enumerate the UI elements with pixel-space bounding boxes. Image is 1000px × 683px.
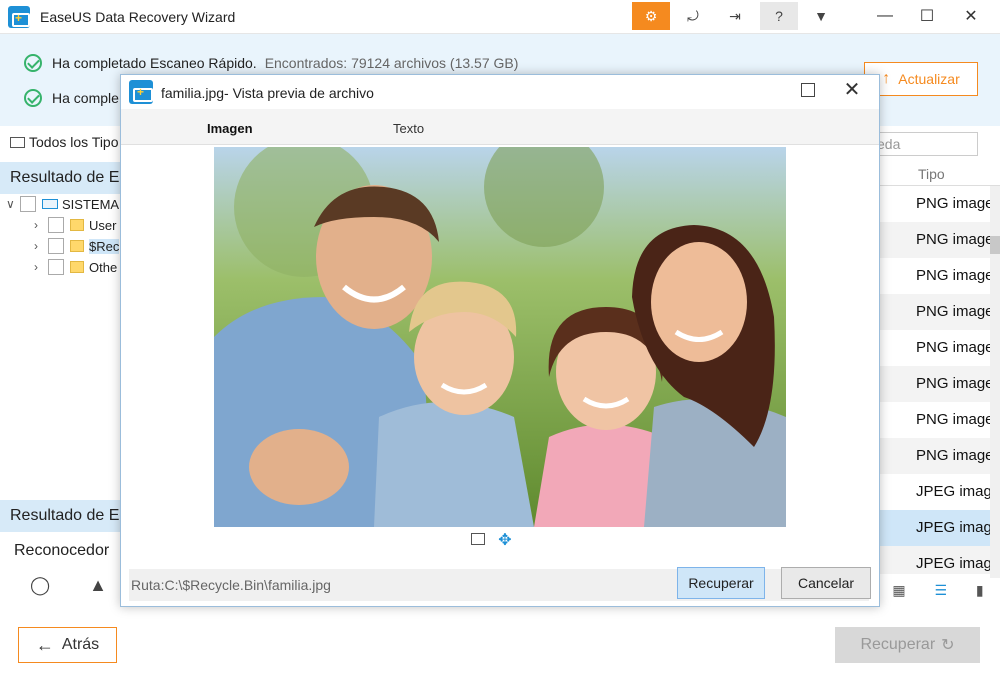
folder-icon <box>70 261 84 273</box>
view-mode-switch: ▦ ☰ ▮ <box>878 582 998 599</box>
type-cell[interactable]: PNG image <box>880 330 990 366</box>
dialog-title-bar: familia.jpg- Vista previa de archivo ✕ <box>121 75 879 109</box>
type-cell[interactable]: PNG image <box>880 222 990 258</box>
share-icon[interactable]: ⤾ <box>674 2 712 30</box>
detail-view-icon[interactable]: ▮ <box>976 582 984 599</box>
type-column-header[interactable]: Tipo <box>880 162 1000 186</box>
help-icon[interactable]: ? <box>760 2 798 30</box>
status-text-1: Ha completado Escaneo Rápido. <box>52 55 257 71</box>
type-cell[interactable]: PNG image <box>880 402 990 438</box>
tree-label: User <box>89 217 117 233</box>
arrow-up-icon: ↑ <box>882 70 891 87</box>
image-tools: ✥ <box>471 533 513 549</box>
key-icon[interactable]: ⚙ <box>632 2 670 30</box>
status-count: Encontrados: 79124 archivos (13.57 GB) <box>264 55 519 71</box>
tree-label: SISTEMA <box>62 196 120 212</box>
maximize-button[interactable]: ☐ <box>904 2 950 30</box>
result-section-head[interactable]: Resultado de E <box>0 162 120 194</box>
arrow-left-icon: ← <box>35 634 54 655</box>
tree-item-other[interactable]: › Othe <box>34 259 117 275</box>
tab-text[interactable]: Texto <box>393 121 424 136</box>
fit-to-window-icon[interactable] <box>471 533 485 545</box>
tree-checkbox[interactable] <box>20 196 36 212</box>
reconocedor-label[interactable]: Reconocedor <box>14 542 109 560</box>
recover-button-disabled[interactable]: Recuperar ↻ <box>835 627 980 663</box>
recover-label: Recuperar <box>860 636 936 653</box>
tree-item-users[interactable]: › User <box>34 217 116 233</box>
tree-checkbox[interactable] <box>48 259 64 275</box>
tree-label: Othe <box>89 259 118 275</box>
status-row-1: Ha completado Escaneo Rápido. Encontrado… <box>24 52 518 74</box>
scrollbar-thumb[interactable] <box>990 236 1000 254</box>
preview-tabs: Imagen Texto <box>121 109 879 145</box>
app-logo-icon <box>129 80 153 104</box>
file-type-label: Todos los Tipo <box>29 134 119 150</box>
result-section-head-2[interactable]: Resultado de E <box>0 500 120 532</box>
maximize-icon[interactable] <box>801 83 815 97</box>
check-circle-icon <box>24 54 42 72</box>
bottom-tool-icons: ◯ ▲ <box>30 575 107 596</box>
monitor-icon <box>10 136 25 148</box>
update-button[interactable]: ↑ Actualizar <box>864 62 978 96</box>
type-cell[interactable]: JPEG imag <box>880 546 990 574</box>
move-icon[interactable]: ✥ <box>497 533 513 549</box>
dialog-cancel-button[interactable]: Cancelar <box>781 567 871 599</box>
chevron-right-icon[interactable]: › <box>34 218 48 232</box>
chevron-right-icon[interactable]: › <box>34 260 48 274</box>
type-cell[interactable]: PNG image <box>880 258 990 294</box>
preview-image <box>214 147 786 527</box>
file-type-filter[interactable]: Todos los Tipo <box>10 134 119 150</box>
tree-label: $Rec <box>89 238 120 254</box>
type-cell[interactable]: PNG image <box>880 366 990 402</box>
back-button[interactable]: ← Atrás <box>18 627 117 663</box>
minimize-button[interactable]: — <box>862 2 908 30</box>
exit-icon[interactable]: ⇥ <box>716 2 754 30</box>
type-cell[interactable]: PNG image <box>880 438 990 474</box>
chevron-down-icon[interactable]: ∨ <box>6 197 20 211</box>
type-cell-selected[interactable]: JPEG imag <box>880 510 990 546</box>
back-label: Atrás <box>61 636 100 653</box>
tree-checkbox[interactable] <box>48 217 64 233</box>
drive-icon <box>42 199 58 209</box>
preview-dialog: familia.jpg- Vista previa de archivo ✕ I… <box>120 74 880 607</box>
update-label: Actualizar <box>898 71 960 87</box>
family-photo-illustration <box>214 147 786 527</box>
close-button[interactable]: ✕ <box>948 2 994 30</box>
type-cell[interactable]: PNG image <box>880 186 990 222</box>
menu-icon[interactable]: ▼ <box>802 2 840 30</box>
refresh-icon: ↻ <box>941 637 955 654</box>
tree-item-sistema[interactable]: ∨ SISTEMA <box>6 196 119 212</box>
type-cell[interactable]: PNG image <box>880 294 990 330</box>
tree-item-recycle[interactable]: › $Rec <box>34 238 120 254</box>
type-cell[interactable]: JPEG imag <box>880 474 990 510</box>
shoe-icon[interactable]: ▲ <box>89 575 107 595</box>
list-view-icon[interactable]: ☰ <box>934 582 947 599</box>
search-input[interactable]: eda <box>868 132 978 156</box>
folder-icon <box>70 219 84 231</box>
dialog-title: familia.jpg- Vista previa de archivo <box>161 85 374 101</box>
title-bar: EaseUS Data Recovery Wizard ⚙ ⤾ ⇥ ? ▼ — … <box>0 0 1000 34</box>
user-icon[interactable]: ◯ <box>30 575 50 595</box>
grid-view-icon[interactable]: ▦ <box>892 582 905 599</box>
file-path: Ruta:C:\$Recycle.Bin\familia.jpg <box>131 577 331 593</box>
check-circle-icon <box>24 89 42 107</box>
status-row-2: Ha comple <box>24 87 119 109</box>
status-text-2: Ha comple <box>52 90 119 106</box>
tab-image[interactable]: Imagen <box>207 121 253 136</box>
folder-icon <box>70 240 84 252</box>
close-icon[interactable]: ✕ <box>841 79 863 101</box>
chevron-right-icon[interactable]: › <box>34 239 48 253</box>
app-title: EaseUS Data Recovery Wizard <box>40 9 236 25</box>
dialog-recover-button[interactable]: Recuperar <box>677 567 765 599</box>
tree-checkbox[interactable] <box>48 238 64 254</box>
app-logo-icon <box>8 6 30 28</box>
